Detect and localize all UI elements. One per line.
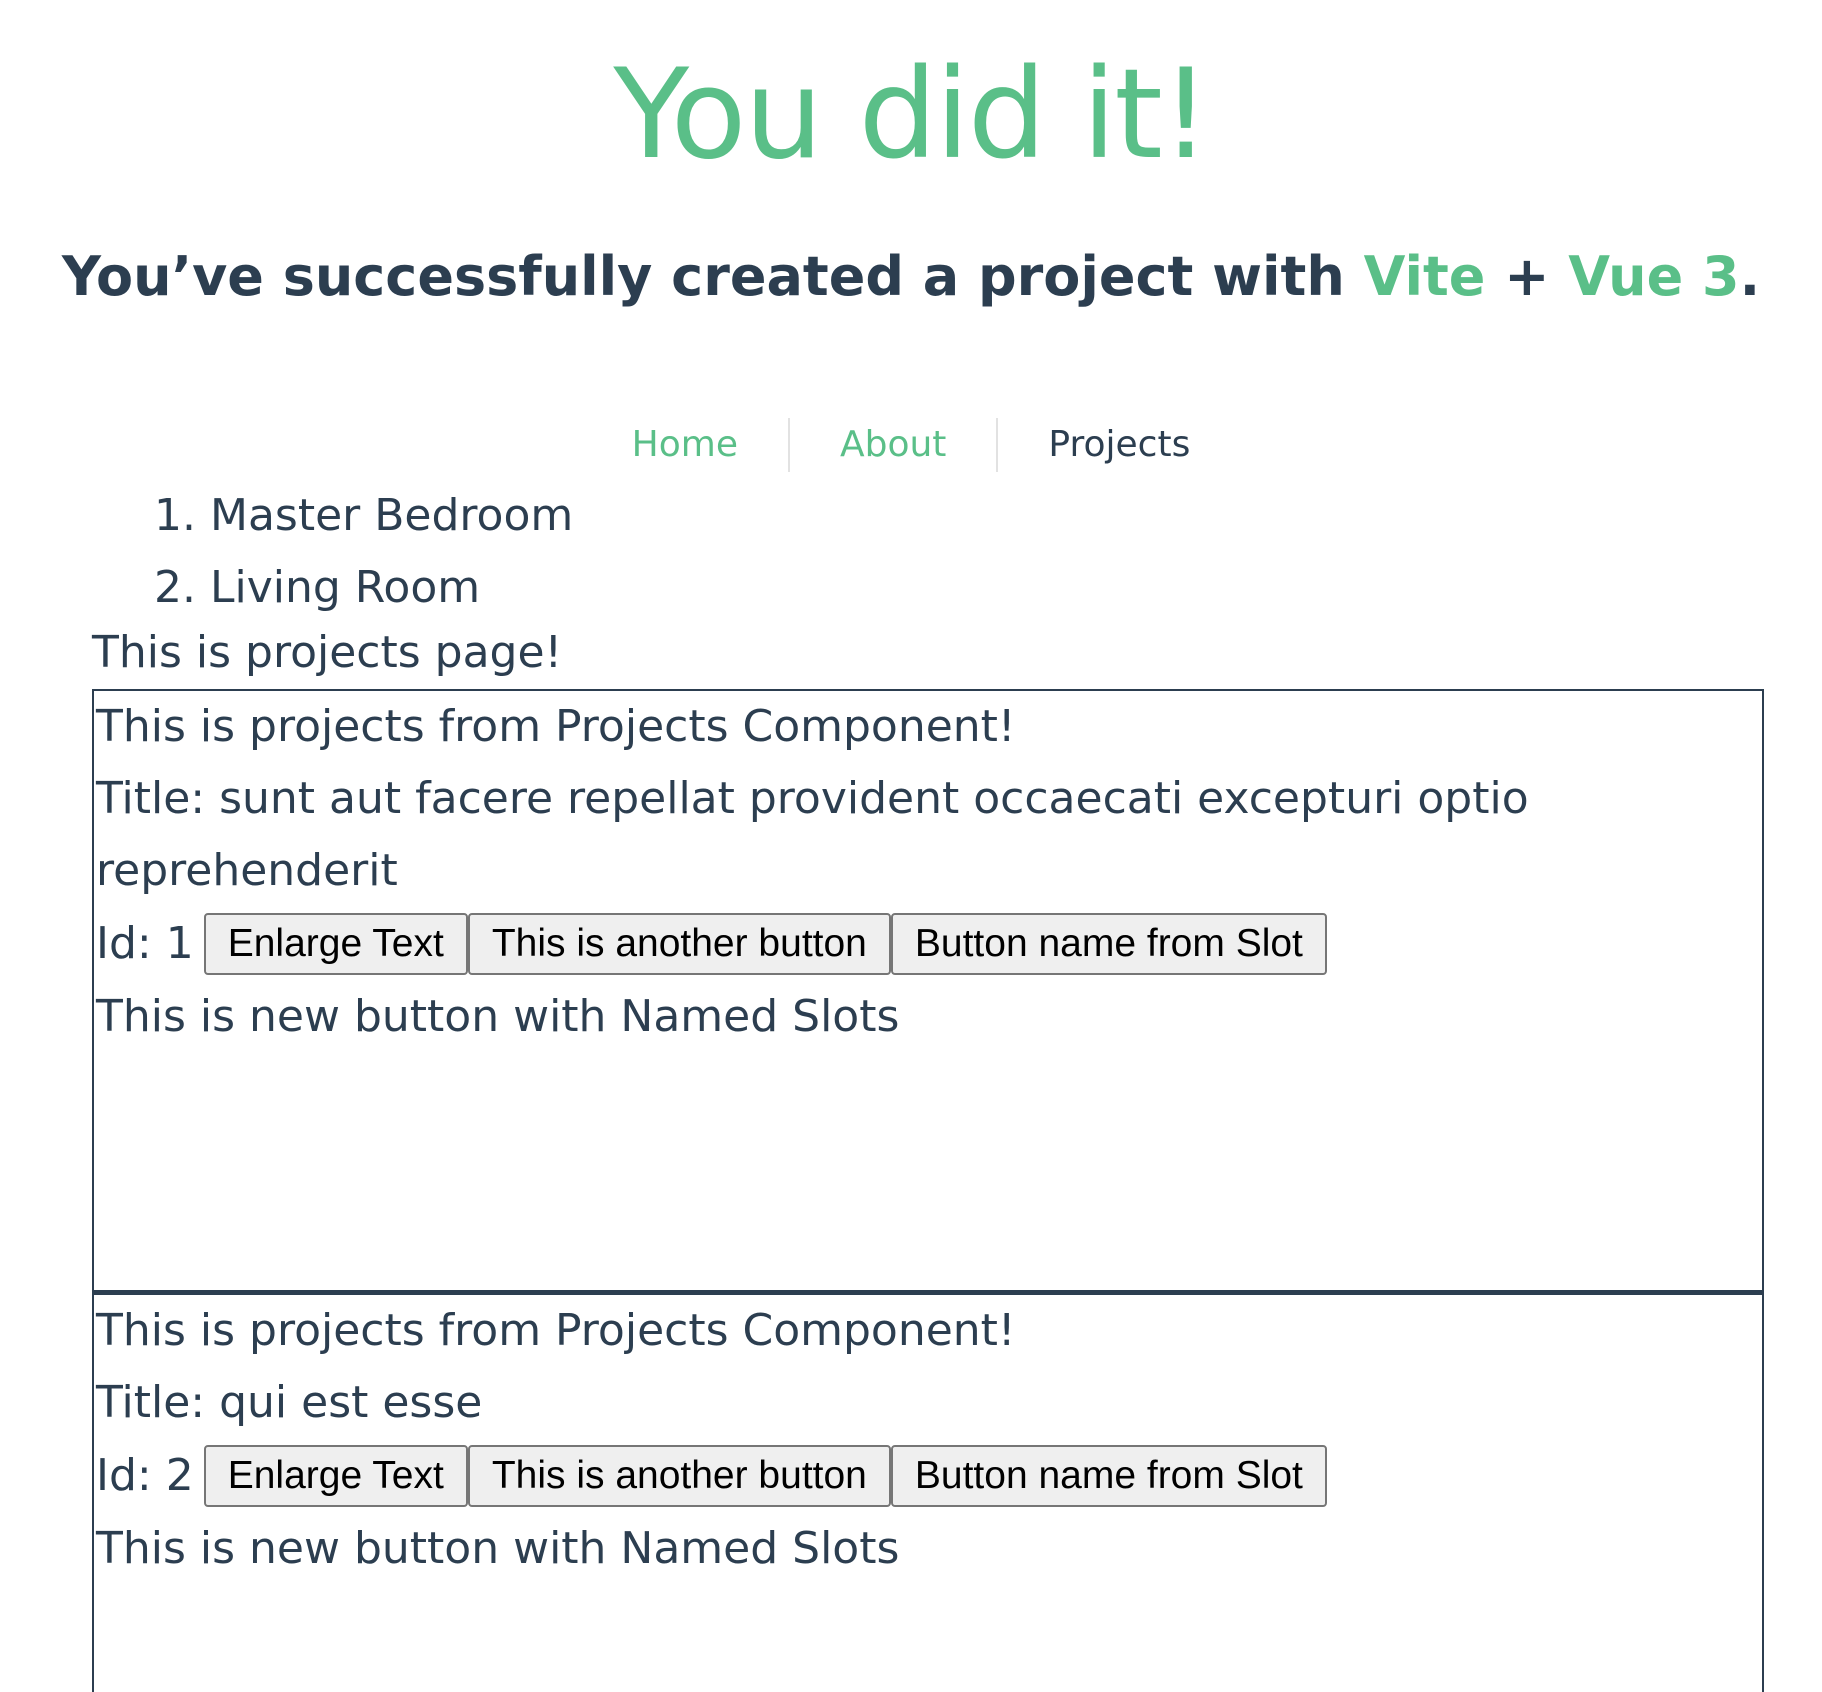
project-id: Id: 2 (96, 1450, 194, 1501)
enlarge-text-button[interactable]: Enlarge Text (203, 913, 468, 975)
vue-link[interactable]: Vue 3 (1568, 245, 1739, 308)
nav-about-link[interactable]: About (787, 418, 996, 472)
projects-page-text: This is projects page! (92, 627, 563, 678)
enlarge-text-button[interactable]: Enlarge Text (203, 1445, 468, 1507)
nav-home-link[interactable]: Home (582, 418, 788, 472)
hero-subtitle: You’ve successfully created a project wi… (0, 242, 1822, 312)
project-id-row: Id: 2 Enlarge Text This is another butto… (96, 1439, 1762, 1513)
slot-name-button[interactable]: Button name from Slot (890, 913, 1327, 975)
main-nav: Home About Projects (0, 418, 1822, 472)
another-button[interactable]: This is another button (467, 913, 891, 975)
named-slot-text: This is new button with Named Slots (96, 1523, 900, 1574)
nav-projects-link[interactable]: Projects (996, 418, 1240, 472)
project-title: Title: qui est esse (96, 1377, 483, 1428)
slot-name-button[interactable]: Button name from Slot (890, 1445, 1327, 1507)
project-card: This is projects from Projects Component… (92, 689, 1764, 1292)
vite-link[interactable]: Vite (1364, 245, 1486, 308)
subtitle-prefix: You’ve successfully created a project wi… (61, 245, 1364, 308)
list-item: Living Room (210, 552, 573, 624)
project-heading: This is projects from Projects Component… (96, 1305, 1016, 1356)
project-title: Title: sunt aut facere repellat providen… (96, 773, 1529, 896)
project-heading: This is projects from Projects Component… (96, 701, 1016, 752)
project-card: This is projects from Projects Component… (92, 1291, 1764, 1692)
page-title: You did it! (613, 43, 1210, 187)
named-slot-text: This is new button with Named Slots (96, 991, 900, 1042)
room-list: Master Bedroom Living Room (92, 480, 573, 624)
subtitle-plus: + (1485, 245, 1569, 308)
subtitle-suffix: . (1739, 245, 1761, 308)
list-item: Master Bedroom (210, 480, 573, 552)
project-id: Id: 1 (96, 918, 194, 969)
another-button[interactable]: This is another button (467, 1445, 891, 1507)
project-id-row: Id: 1 Enlarge Text This is another butto… (96, 907, 1762, 981)
